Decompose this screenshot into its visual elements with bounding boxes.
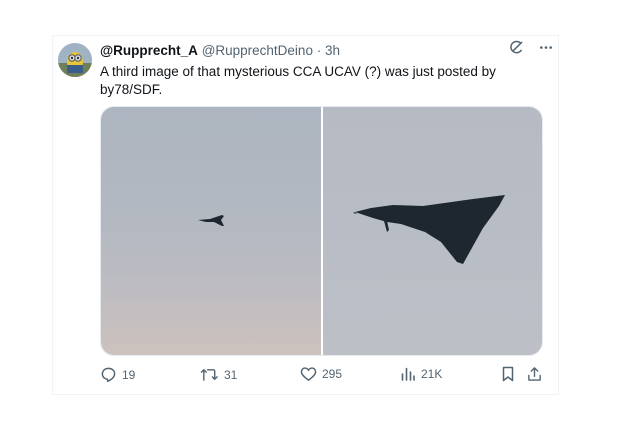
tweet-header: @Rupprecht_A @RupprechtDeino · 3h xyxy=(100,42,340,60)
views-button[interactable]: 21K xyxy=(400,366,442,382)
action-bar: 19 31 295 21K xyxy=(98,366,548,386)
heart-icon xyxy=(300,367,317,381)
avatar-image xyxy=(58,43,92,77)
reply-count: 19 xyxy=(122,367,136,382)
share-icon xyxy=(528,367,541,381)
reply-icon xyxy=(101,367,116,383)
display-name[interactable]: @Rupprecht_A xyxy=(100,43,198,58)
retweet-button[interactable]: 31 xyxy=(200,366,237,383)
avatar[interactable] xyxy=(58,43,92,77)
views-count: 21K xyxy=(421,367,443,381)
reply-button[interactable]: 19 xyxy=(100,366,135,383)
grok-icon[interactable] xyxy=(509,40,524,55)
retweet-icon xyxy=(200,369,218,381)
header-actions xyxy=(509,40,554,55)
retweet-count: 31 xyxy=(224,367,238,382)
timestamp[interactable]: 3h xyxy=(325,43,340,58)
tweet-text: A third image of that mysterious CCA UCA… xyxy=(100,64,496,97)
views-icon xyxy=(401,367,415,381)
user-handle[interactable]: @RupprechtDeino xyxy=(202,43,313,58)
like-button[interactable]: 295 xyxy=(300,366,342,382)
bookmark-icon xyxy=(502,366,514,382)
photo-distant-aircraft[interactable] xyxy=(101,107,321,355)
like-count: 295 xyxy=(322,367,343,381)
aircraft-silhouette-small xyxy=(198,215,224,226)
share-button[interactable] xyxy=(527,366,542,382)
more-icon[interactable] xyxy=(538,40,554,55)
media-grid xyxy=(100,106,543,356)
photo-closeup-aircraft[interactable] xyxy=(322,107,542,355)
bookmark-button[interactable] xyxy=(501,366,515,382)
aircraft-silhouette-large xyxy=(352,195,505,264)
separator-dot: · xyxy=(316,43,322,58)
